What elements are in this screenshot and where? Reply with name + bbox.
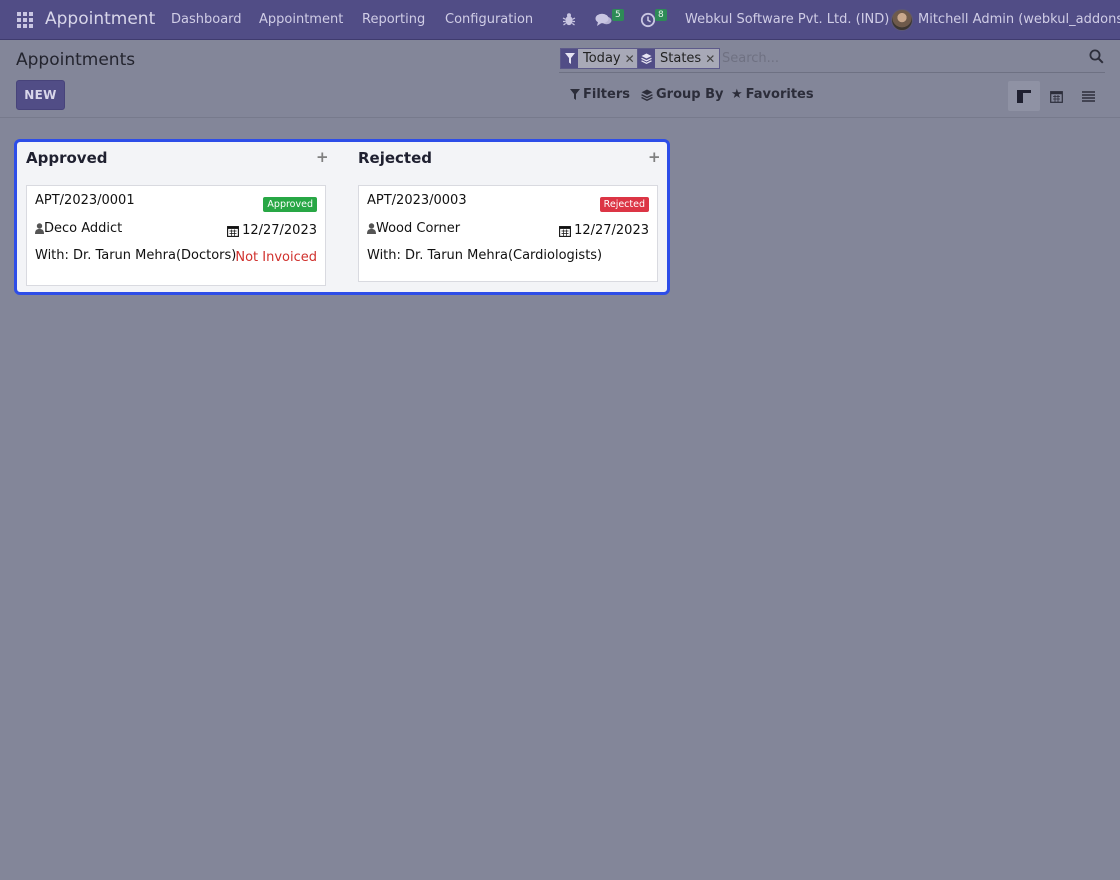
date-line: 12/27/2023 (559, 223, 649, 238)
doctor-group: (Cardiologists) (507, 248, 603, 263)
doctor-group: (Doctors) (175, 248, 237, 263)
group-by-dropdown[interactable]: Group By (641, 87, 723, 102)
favorites-dropdown[interactable]: ★ Favorites (731, 87, 814, 102)
facet-value: States (660, 51, 702, 66)
facet-states[interactable]: States ✕ (637, 48, 721, 69)
appointment-date: 12/27/2023 (574, 223, 649, 238)
invoice-status: Not Invoiced (235, 250, 317, 265)
customer-line: Wood Corner (367, 221, 460, 236)
filter-icon (561, 49, 578, 68)
column-add-icon[interactable]: + (648, 148, 661, 166)
date-line: 12/27/2023 (227, 223, 317, 238)
control-panel: Appointments NEW Today ✕ States ✕ Filter… (0, 40, 1120, 118)
user-menu[interactable]: Mitchell Admin (webkul_addons) (918, 12, 1120, 27)
list-view-icon[interactable] (1072, 81, 1104, 111)
calendar-icon (227, 225, 240, 237)
apps-grid-icon[interactable] (17, 12, 33, 28)
calendar-icon (559, 225, 572, 237)
star-icon: ★ (731, 87, 743, 102)
filters-label: Filters (583, 87, 630, 102)
close-icon[interactable]: ✕ (705, 49, 719, 68)
appointment-date: 12/27/2023 (242, 223, 317, 238)
calendar-view-icon[interactable] (1040, 81, 1072, 111)
kanban-card[interactable]: APT/2023/0003 Rejected Wood Corner 12/27… (358, 185, 658, 282)
top-navbar: Appointment Dashboard Appointment Report… (0, 0, 1120, 40)
search-input[interactable] (722, 48, 1082, 69)
facet-today[interactable]: Today ✕ (560, 48, 640, 69)
doctor-line: With: Dr. Tarun Mehra(Doctors) (35, 248, 236, 263)
group-by-label: Group By (656, 87, 724, 102)
kanban-view-icon[interactable] (1008, 81, 1040, 111)
doctor-name: With: Dr. Tarun Mehra (367, 248, 508, 263)
layers-icon (641, 89, 653, 101)
user-avatar[interactable] (891, 9, 913, 31)
user-icon (367, 223, 376, 234)
user-icon (35, 223, 44, 234)
column-title-approved[interactable]: Approved (26, 149, 107, 167)
company-switcher[interactable]: Webkul Software Pvt. Ltd. (IND) (685, 12, 889, 27)
page-title: Appointments (16, 50, 136, 70)
debug-bug-icon[interactable] (562, 12, 576, 31)
filters-dropdown[interactable]: Filters (570, 87, 630, 102)
column-add-icon[interactable]: + (316, 148, 329, 166)
appointment-ref: APT/2023/0003 (367, 193, 467, 208)
doctor-line: With: Dr. Tarun Mehra(Cardiologists) (367, 248, 602, 263)
new-button[interactable]: NEW (16, 80, 65, 110)
status-badge: Rejected (599, 197, 649, 212)
activities-clock-icon[interactable] (640, 12, 656, 32)
kanban-card[interactable]: APT/2023/0001 Approved Deco Addict 12/27… (26, 185, 326, 286)
filter-icon (570, 89, 580, 100)
menu-appointment[interactable]: Appointment (259, 12, 343, 27)
favorites-label: Favorites (745, 87, 814, 102)
search-icon[interactable] (1089, 49, 1105, 65)
doctor-name: With: Dr. Tarun Mehra (35, 248, 176, 263)
activities-count-badge: 8 (655, 9, 667, 21)
app-brand[interactable]: Appointment (45, 9, 155, 29)
kanban-board: Approved + APT/2023/0001 Approved Deco A… (14, 139, 670, 295)
layers-icon (638, 49, 655, 68)
messages-count-badge: 5 (612, 9, 624, 21)
column-title-rejected[interactable]: Rejected (358, 149, 432, 167)
menu-dashboard[interactable]: Dashboard (171, 12, 242, 27)
facet-value: Today (583, 51, 621, 66)
messages-chat-icon[interactable] (595, 13, 612, 31)
status-badge: Approved (263, 197, 317, 212)
search-bar: Today ✕ States ✕ (559, 46, 1105, 73)
customer-name: Deco Addict (44, 221, 123, 236)
appointment-ref: APT/2023/0001 (35, 193, 135, 208)
menu-configuration[interactable]: Configuration (445, 12, 533, 27)
customer-name: Wood Corner (376, 221, 461, 236)
menu-reporting[interactable]: Reporting (362, 12, 425, 27)
customer-line: Deco Addict (35, 221, 122, 236)
